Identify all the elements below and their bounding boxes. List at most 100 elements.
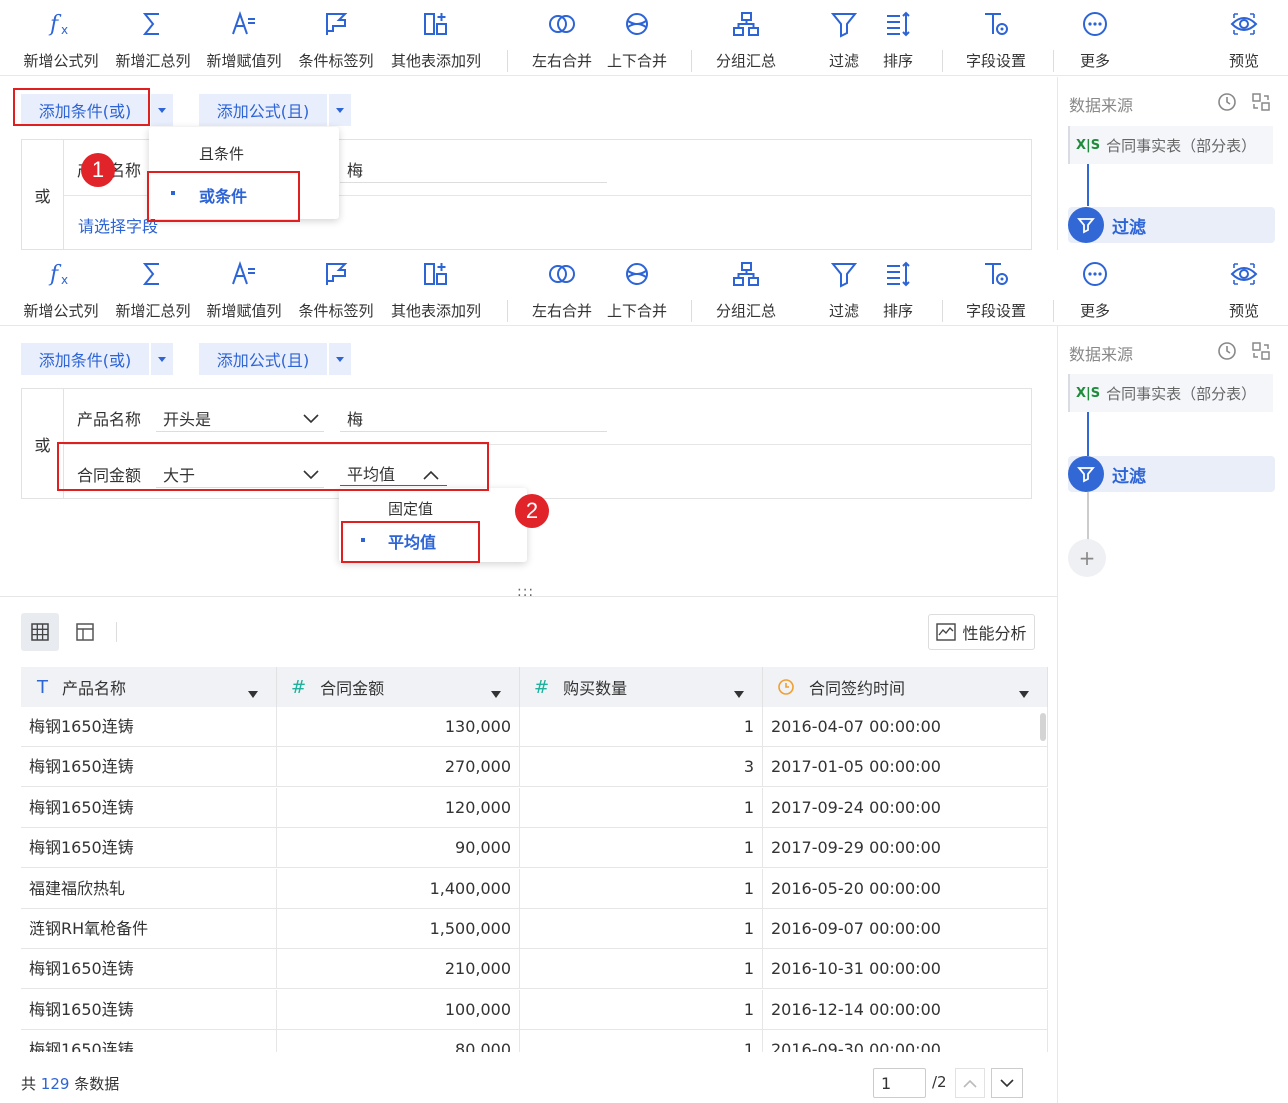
- toolbar-button-flag[interactable]: 条件标签列: [291, 0, 381, 76]
- page-input[interactable]: 1: [873, 1068, 926, 1098]
- sort-dropdown-icon[interactable]: [248, 683, 258, 702]
- toolbar-button-group[interactable]: 分组汇总: [701, 250, 791, 326]
- toolbar-button-sort[interactable]: 排序: [853, 0, 943, 76]
- toolbar-button-merge-tb[interactable]: 上下合并: [592, 0, 682, 76]
- next-page-button[interactable]: [991, 1068, 1023, 1098]
- splitter-handle[interactable]: :::: [517, 584, 534, 600]
- filter-step[interactable]: 过滤: [1068, 456, 1275, 492]
- toolbar-button-field-settings[interactable]: 字段设置: [951, 250, 1041, 326]
- toolbar-button-sigma[interactable]: 新增汇总列: [108, 0, 198, 76]
- value-type-menu: 固定值 平均值: [339, 488, 527, 562]
- add-step-button[interactable]: +: [1068, 539, 1106, 577]
- table-cell: 1: [520, 828, 763, 869]
- toolbar-button-preview[interactable]: 预览: [1199, 250, 1288, 326]
- toolbar-button-flag[interactable]: 条件标签列: [291, 250, 381, 326]
- selected-dot: [361, 538, 365, 542]
- toolbar-button-add-column[interactable]: 其他表添加列: [391, 250, 481, 326]
- table-row[interactable]: 梅钢1650连铸 270,000 3 2017-01-05 00:00:00: [21, 747, 1048, 788]
- toolbar-button-merge-tb[interactable]: 上下合并: [592, 250, 682, 326]
- assign-icon: [232, 10, 255, 35]
- field-name-1[interactable]: 产品名称: [77, 406, 141, 430]
- field-name-2[interactable]: 合同金额: [77, 462, 141, 486]
- toolbar-button-add-column[interactable]: 其他表添加列: [391, 0, 481, 76]
- condition-value[interactable]: 梅: [347, 157, 363, 181]
- operator-select-2[interactable]: 大于: [163, 462, 195, 486]
- layout-icon: [76, 623, 94, 641]
- prev-page-button[interactable]: [955, 1068, 985, 1098]
- merge-tb-icon: [626, 263, 648, 285]
- add-formula-dropdown-icon[interactable]: [329, 94, 351, 126]
- separator: [116, 622, 117, 642]
- table-row[interactable]: 福建福欣热轧 1,400,000 1 2016-05-20 00:00:00: [21, 868, 1048, 909]
- add-formula-dropdown-icon[interactable]: [329, 343, 351, 375]
- table-row[interactable]: 梅钢1650连铸 80,000 1 2016-09-30 00:00:00: [21, 1030, 1048, 1052]
- toolbar-button-more[interactable]: 更多: [1050, 250, 1140, 326]
- column-header[interactable]: 合同签约时间: [763, 667, 1048, 707]
- filter-step[interactable]: 过滤: [1068, 207, 1275, 243]
- column-header[interactable]: # 合同金额: [277, 667, 520, 707]
- chevron-up-icon[interactable]: [423, 466, 439, 484]
- add-or-dropdown-icon[interactable]: [151, 343, 173, 375]
- menu-item-average[interactable]: 平均值: [388, 529, 436, 553]
- chevron-down-icon[interactable]: [303, 410, 319, 428]
- toolbar-label: 上下合并: [606, 302, 668, 320]
- column-header[interactable]: T 产品名称: [21, 667, 277, 707]
- sort-dropdown-icon[interactable]: [491, 683, 501, 702]
- toolbar-button-more[interactable]: 更多: [1050, 0, 1140, 76]
- table-scrollbar[interactable]: [1040, 713, 1046, 741]
- table-row[interactable]: 涟钢RH氧枪备件 1,500,000 1 2016-09-07 00:00:00: [21, 909, 1048, 949]
- table-row[interactable]: 梅钢1650连铸 130,000 1 2016-04-07 00:00:00: [21, 707, 1048, 747]
- toolbar-label: 分组汇总: [715, 52, 777, 70]
- toolbar-button-fx[interactable]: f x 新增公式列: [16, 0, 106, 76]
- operator-select-1[interactable]: 开头是: [163, 406, 211, 430]
- choose-field-link[interactable]: 请选择字段: [78, 213, 158, 237]
- chevron-down-icon[interactable]: [303, 466, 319, 484]
- toolbar-button-sort[interactable]: 排序: [853, 250, 943, 326]
- source-table[interactable]: X|S 合同事实表（部分表）: [1068, 374, 1273, 412]
- table-row[interactable]: 梅钢1650连铸 90,000 1 2017-09-29 00:00:00: [21, 828, 1048, 869]
- table-row[interactable]: 梅钢1650连铸 120,000 1 2017-09-24 00:00:00: [21, 787, 1048, 828]
- source-table[interactable]: X|S 合同事实表（部分表）: [1068, 126, 1273, 164]
- history-icon[interactable]: [1216, 340, 1238, 366]
- add-formula-button[interactable]: 添加公式(且): [199, 343, 327, 375]
- condition-value-1[interactable]: 梅: [347, 406, 363, 430]
- performance-analysis-button[interactable]: 性能分析: [928, 614, 1035, 650]
- toolbar-button-preview[interactable]: 预览: [1199, 0, 1288, 76]
- switch-icon[interactable]: [1250, 340, 1272, 366]
- toolbar-button-group[interactable]: 分组汇总: [701, 0, 791, 76]
- toolbar-label: 新增汇总列: [115, 302, 191, 320]
- toolbar-button-fx[interactable]: f x 新增公式列: [16, 250, 106, 326]
- sort-icon: [887, 11, 910, 37]
- history-icon[interactable]: [1216, 91, 1238, 117]
- toolbar-label: 更多: [1079, 302, 1111, 320]
- toolbar-button-field-settings[interactable]: 字段设置: [951, 0, 1041, 76]
- grid-view-button[interactable]: [21, 613, 59, 651]
- clock-icon: [777, 678, 795, 696]
- add-or-condition-button[interactable]: 添加条件(或): [21, 343, 149, 375]
- sort-dropdown-icon[interactable]: [734, 683, 744, 702]
- excel-icon: X|S: [1076, 385, 1101, 401]
- add-or-condition-button[interactable]: 添加条件(或): [21, 94, 149, 126]
- toolbar-separator: [1053, 50, 1054, 72]
- table-cell: 1: [520, 707, 763, 747]
- table-cell: 梅钢1650连铸: [21, 707, 277, 747]
- toolbar-button-sigma[interactable]: 新增汇总列: [108, 250, 198, 326]
- add-formula-button[interactable]: 添加公式(且): [199, 94, 327, 126]
- menu-item-fixed[interactable]: 固定值: [388, 498, 433, 519]
- toolbar-button-assign[interactable]: 新增赋值列: [199, 250, 289, 326]
- table-cell: 福建福欣热轧: [21, 868, 277, 909]
- value-type-select[interactable]: 平均值: [347, 461, 395, 485]
- toolbar-button-assign[interactable]: 新增赋值列: [199, 0, 289, 76]
- sort-dropdown-icon[interactable]: [1019, 683, 1029, 702]
- add-or-dropdown-icon[interactable]: [151, 94, 173, 126]
- menu-item-and[interactable]: 且条件: [199, 143, 244, 164]
- table-row[interactable]: 梅钢1650连铸 210,000 1 2016-10-31 00:00:00: [21, 949, 1048, 990]
- toolbar-separator: [507, 50, 508, 72]
- layout-view-button[interactable]: [66, 613, 104, 651]
- switch-icon[interactable]: [1250, 91, 1272, 117]
- column-header[interactable]: # 购买数量: [520, 667, 763, 707]
- flow-line-next: [1087, 492, 1089, 540]
- table-row[interactable]: 梅钢1650连铸 100,000 1 2016-12-14 00:00:00: [21, 989, 1048, 1030]
- menu-item-or[interactable]: 或条件: [199, 183, 247, 207]
- fx-icon: fx: [48, 12, 68, 37]
